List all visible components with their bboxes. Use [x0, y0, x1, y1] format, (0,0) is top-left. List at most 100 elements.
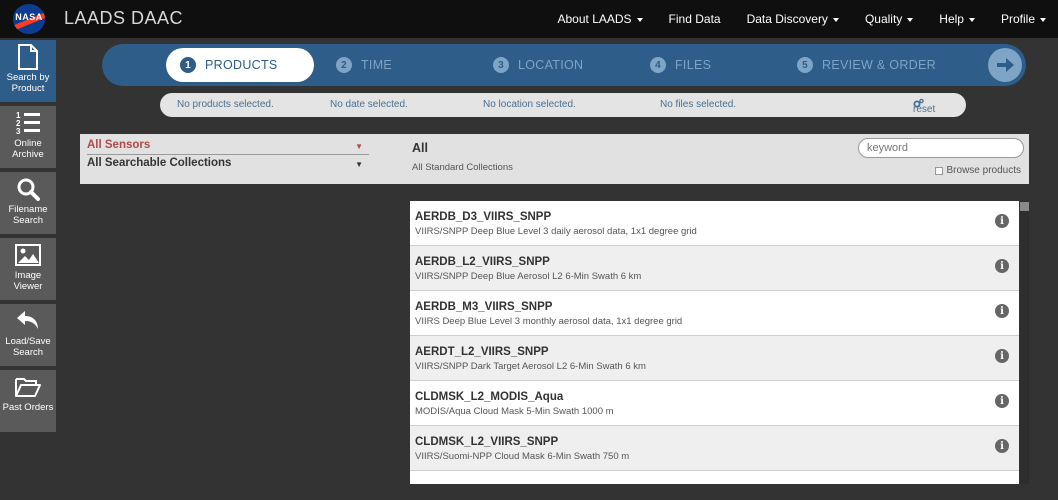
- nav-find-data[interactable]: Find Data: [669, 12, 721, 26]
- sidebar-item-label: Online Archive: [12, 138, 44, 160]
- chevron-down-icon: [636, 17, 643, 22]
- step-label: REVIEW & ORDER: [822, 58, 936, 72]
- scrollbar-thumb[interactable]: [1020, 202, 1029, 211]
- dropdown-arrow-icon: ▼: [355, 142, 363, 151]
- sensor-selected: All Sensors: [87, 139, 151, 151]
- sidebar-item-label: Past Orders: [2, 402, 54, 413]
- selection-summary: No products selected. No date selected. …: [160, 93, 966, 117]
- step-review-order[interactable]: 5 REVIEW & ORDER: [797, 44, 936, 86]
- summary-date: No date selected.: [330, 99, 408, 110]
- step-number: 4: [650, 57, 666, 73]
- chevron-down-icon: [832, 17, 839, 22]
- document-icon: [14, 44, 42, 70]
- list-item[interactable]: AERDT_L2_VIIRS_SNPP VIIRS/SNPP Dark Targ…: [410, 336, 1019, 381]
- sidebar: Search by Product 1 2 3 Online Archive F…: [0, 40, 56, 436]
- product-description: VIIRS/SNPP Deep Blue Level 3 daily aeros…: [415, 226, 697, 237]
- product-name: AERDB_M3_VIIRS_SNPP: [415, 301, 553, 313]
- product-name: CLDMSK_L2_MODIS_Aqua: [415, 391, 564, 403]
- step-products[interactable]: 1 PRODUCTS: [166, 48, 314, 82]
- main-nav: About LAADS Find Data Data Discovery Qua…: [558, 0, 1058, 38]
- magnifier-icon: [14, 176, 42, 202]
- summary-location: No location selected.: [483, 99, 576, 110]
- browse-products-toggle[interactable]: Browse products: [934, 165, 1021, 176]
- wizard-steps-bar: 1 PRODUCTS 2 TIME 3 LOCATION 4 FILES 5 R…: [102, 44, 1026, 86]
- step-location[interactable]: 3 LOCATION: [493, 44, 583, 86]
- product-description: VIIRS/SNPP Deep Blue Aerosol L2 6-Min Sw…: [415, 271, 642, 282]
- nav-help[interactable]: Help: [939, 12, 975, 26]
- image-icon: [14, 242, 42, 268]
- product-name: CLDMSK_L2_VIIRS_SNPP: [415, 436, 559, 448]
- svg-text:3: 3: [16, 127, 21, 136]
- folder-open-icon: [14, 374, 42, 400]
- reset-button[interactable]: reset: [913, 98, 935, 115]
- info-icon[interactable]: i: [995, 214, 1009, 228]
- keyword-search-input[interactable]: [858, 138, 1024, 158]
- category-title: All: [412, 141, 428, 155]
- step-number: 2: [336, 57, 352, 73]
- step-label: TIME: [361, 58, 393, 72]
- chevron-down-icon: [907, 17, 914, 22]
- info-icon[interactable]: i: [995, 394, 1009, 408]
- step-files[interactable]: 4 FILES: [650, 44, 711, 86]
- info-icon[interactable]: i: [995, 349, 1009, 363]
- sidebar-item-past-orders[interactable]: Past Orders: [0, 370, 56, 432]
- sidebar-item-label: Filename Search: [8, 204, 48, 226]
- step-time[interactable]: 2 TIME: [336, 44, 392, 86]
- chevron-down-icon: [968, 17, 975, 22]
- next-step-button[interactable]: [988, 48, 1022, 82]
- top-navbar: NASA LAADS DAAC About LAADS Find Data Da…: [0, 0, 1058, 38]
- summary-products: No products selected.: [177, 99, 274, 110]
- app-title[interactable]: LAADS DAAC: [64, 8, 183, 29]
- filter-bar: All Sensors ▼ All Searchable Collections…: [80, 134, 1029, 184]
- info-icon[interactable]: i: [995, 304, 1009, 318]
- nav-data-discovery[interactable]: Data Discovery: [747, 12, 839, 26]
- step-label: FILES: [675, 58, 712, 72]
- product-name: AERDB_D3_VIIRS_SNPP: [415, 211, 552, 223]
- nav-profile[interactable]: Profile: [1001, 12, 1046, 26]
- sidebar-item-label: Load/Save Search: [5, 336, 51, 358]
- dropdown-arrow-icon: ▼: [355, 160, 363, 169]
- sidebar-item-label: Search by Product: [6, 72, 50, 94]
- sidebar-item-online-archive[interactable]: 1 2 3 Online Archive: [0, 106, 56, 168]
- scrollbar-track[interactable]: [1020, 201, 1029, 484]
- step-number: 1: [180, 57, 196, 73]
- collection-selected: All Searchable Collections: [87, 157, 232, 169]
- list-item[interactable]: AERDB_L2_VIIRS_SNPP VIIRS/SNPP Deep Blue…: [410, 246, 1019, 291]
- sensor-dropdown[interactable]: All Sensors ▼: [87, 139, 369, 155]
- category-subtitle: All Standard Collections: [412, 162, 513, 173]
- step-label: PRODUCTS: [205, 58, 278, 72]
- summary-files: No files selected.: [660, 99, 737, 110]
- product-list: AERDB_D3_VIIRS_SNPP VIIRS/SNPP Deep Blue…: [410, 201, 1019, 484]
- undo-arrow-icon: [14, 308, 42, 334]
- sidebar-item-image-viewer[interactable]: Image Viewer: [0, 238, 56, 300]
- product-name: AERDB_L2_VIIRS_SNPP: [415, 256, 550, 268]
- step-label: LOCATION: [518, 58, 584, 72]
- list-item[interactable]: CLDMSK_L2_VIIRS_SNPP VIIRS/Suomi-NPP Clo…: [410, 426, 1019, 471]
- sidebar-item-filename-search[interactable]: Filename Search: [0, 172, 56, 234]
- arrow-right-icon: [997, 58, 1014, 72]
- product-description: MODIS/Aqua Cloud Mask 5-Min Swath 1000 m: [415, 406, 614, 417]
- collection-dropdown[interactable]: All Searchable Collections ▼: [87, 157, 369, 169]
- sidebar-item-label: Image Viewer: [13, 270, 43, 292]
- list-item[interactable]: AERDB_M3_VIIRS_SNPP VIIRS Deep Blue Leve…: [410, 291, 1019, 336]
- reset-label: reset: [913, 104, 936, 115]
- step-number: 5: [797, 57, 813, 73]
- numbered-list-icon: 1 2 3: [14, 110, 42, 136]
- list-item[interactable]: AERDB_D3_VIIRS_SNPP VIIRS/SNPP Deep Blue…: [410, 201, 1019, 246]
- product-description: VIIRS Deep Blue Level 3 monthly aerosol …: [415, 316, 683, 327]
- step-number: 3: [493, 57, 509, 73]
- product-description: VIIRS/SNPP Dark Target Aerosol L2 6-Min …: [415, 361, 646, 372]
- nav-about-laads[interactable]: About LAADS: [558, 12, 643, 26]
- nav-quality[interactable]: Quality: [865, 12, 914, 26]
- browse-products-label: Browse products: [946, 165, 1021, 176]
- product-description: VIIRS/Suomi-NPP Cloud Mask 6-Min Swath 7…: [415, 451, 630, 462]
- sidebar-item-search-by-product[interactable]: Search by Product: [0, 40, 56, 102]
- browse-products-checkbox[interactable]: [934, 166, 943, 175]
- list-item[interactable]: CLDMSK_L2_MODIS_Aqua MODIS/Aqua Cloud Ma…: [410, 381, 1019, 426]
- info-icon[interactable]: i: [995, 439, 1009, 453]
- sidebar-item-load-save-search[interactable]: Load/Save Search: [0, 304, 56, 366]
- info-icon[interactable]: i: [995, 259, 1009, 273]
- nasa-logo[interactable]: NASA: [10, 3, 50, 35]
- chevron-down-icon: [1040, 17, 1046, 22]
- logo-text: NASA: [15, 12, 43, 22]
